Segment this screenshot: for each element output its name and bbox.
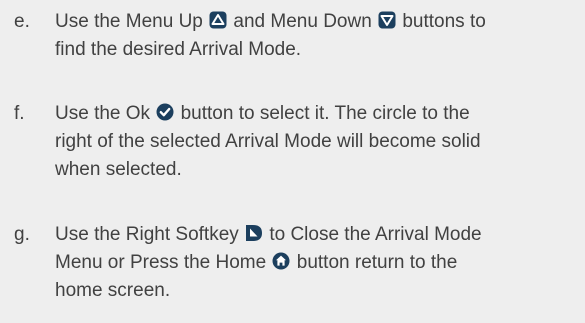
text-segment: Use the Menu Up	[55, 11, 209, 32]
step-line: when selected.	[55, 156, 585, 184]
instruction-page: e. Use the Menu Up and Menu Down buttons…	[0, 0, 585, 323]
text-segment: to Close the Arrival Mode	[269, 224, 482, 245]
text-segment: Menu or Press the Home	[55, 252, 272, 273]
step-line: home screen.	[55, 277, 585, 305]
menu-down-icon	[378, 11, 396, 29]
step-text: Use the Right Softkey to Close the Arriv…	[55, 221, 585, 305]
step-text: Use the Ok button to select it. The circ…	[55, 100, 585, 184]
step-text: Use the Menu Up and Menu Down buttons to	[55, 8, 585, 64]
text-segment: Use the Right Softkey	[55, 224, 245, 245]
step-letter: f.	[14, 103, 25, 124]
home-icon	[272, 252, 290, 270]
step-line: Use the Ok button to select it. The circ…	[55, 100, 585, 128]
step-line: Use the Right Softkey to Close the Arriv…	[55, 221, 585, 249]
menu-up-icon	[209, 11, 227, 29]
text-segment: button to select it. The circle to the	[180, 103, 470, 124]
step-line: Use the Menu Up and Menu Down buttons to	[55, 8, 585, 36]
ok-icon	[156, 103, 174, 121]
right-softkey-icon	[245, 224, 263, 242]
text-segment: right of the selected Arrival Mode will …	[55, 131, 481, 152]
step-letter: e.	[14, 11, 30, 32]
text-segment: Use the Ok	[55, 103, 156, 124]
text-segment: button return to the	[296, 252, 458, 273]
text-segment: and Menu Down	[233, 11, 378, 32]
step-line: right of the selected Arrival Mode will …	[55, 128, 585, 156]
step-line: find the desired Arrival Mode.	[55, 36, 585, 64]
text-segment: find the desired Arrival Mode.	[55, 39, 302, 60]
text-segment: buttons to	[402, 11, 486, 32]
step-line: Menu or Press the Home button return to …	[55, 249, 585, 277]
text-segment: when selected.	[55, 159, 182, 180]
step-letter: g.	[14, 224, 30, 245]
text-segment: home screen.	[55, 280, 171, 301]
